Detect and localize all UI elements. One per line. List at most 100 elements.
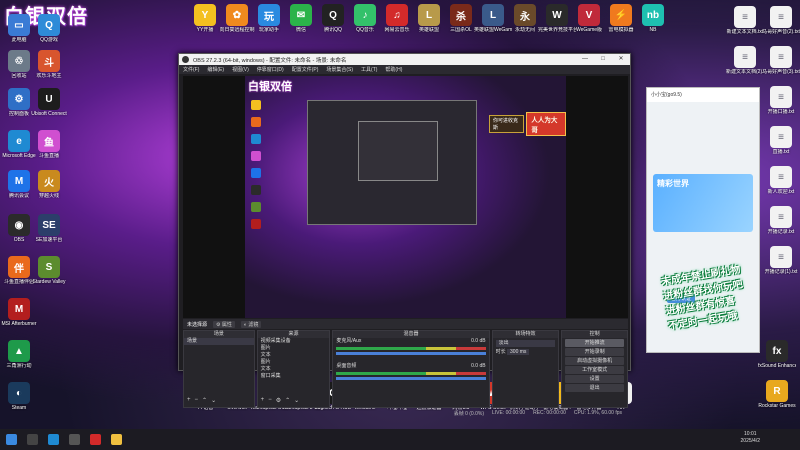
source-toolbar: 未选择源 ⚙ 属性 ◐ 滤镜 bbox=[183, 319, 628, 329]
down-icon[interactable]: ⌄ bbox=[211, 397, 216, 404]
chat-header: 小小宝(go9.5) bbox=[647, 88, 759, 102]
desktop-icon[interactable]: 斗欢乐斗地主 bbox=[30, 50, 68, 79]
text-file-icon[interactable]: ≡ 开播记录.txt bbox=[762, 206, 800, 235]
text-file-icon[interactable]: ≡新建文本文档(2).txt bbox=[726, 46, 764, 75]
properties-button[interactable]: ⚙ 属性 bbox=[213, 320, 235, 328]
source-item[interactable]: 文本 bbox=[258, 366, 330, 373]
mixer-track-name: 麦克风/Aux bbox=[336, 338, 362, 344]
preview-canvas[interactable]: 白银双倍 你可进收克斯 人人为大哥 bbox=[245, 76, 566, 318]
desktop-icon[interactable]: ▲ 三角洲行动 bbox=[0, 340, 38, 369]
source-item[interactable]: 视频采集设备 bbox=[258, 338, 330, 345]
start-recording-button[interactable]: 开始录制 bbox=[565, 348, 624, 356]
menu-scene-collection[interactable]: 场景集合(S) bbox=[326, 66, 353, 73]
canvas-banner: 你可进收克斯 人人为大哥 bbox=[489, 111, 566, 136]
cpu-usage: CPU: 1.9%, 60.00 fps bbox=[573, 410, 622, 416]
obs-window[interactable]: OBS 27.2.3 (64-bit, windows) - 配置文件: 未命名… bbox=[178, 53, 631, 417]
exit-button[interactable]: 退出 bbox=[565, 384, 624, 392]
gear-icon[interactable]: ⚙ bbox=[276, 397, 281, 404]
menu-tools[interactable]: 工具(T) bbox=[361, 66, 377, 73]
maximize-icon[interactable]: □ bbox=[594, 54, 612, 65]
fxsound-icon[interactable]: fx fxSound Enhancer bbox=[758, 340, 796, 369]
desktop-icon[interactable]: U Ubisoft Connect bbox=[30, 88, 68, 117]
source-item[interactable]: 图片 bbox=[258, 359, 330, 366]
menu-edit[interactable]: 编辑(E) bbox=[207, 66, 224, 73]
text-file-icon[interactable]: ≡ 马哥好声音(3).txt bbox=[762, 46, 800, 75]
add-icon[interactable]: + bbox=[261, 397, 265, 404]
computer-icon: ▭ bbox=[8, 14, 30, 36]
text-file-icon[interactable]: ≡ 新人欢迎.txt bbox=[762, 166, 800, 195]
desktop-icon[interactable]: S Stardew Valley bbox=[30, 256, 68, 285]
source-item[interactable]: 图片 bbox=[258, 345, 330, 352]
desktop-icon[interactable]: M MSI Afterburner bbox=[0, 298, 38, 327]
recycle-bin-icon: ♲ bbox=[8, 50, 30, 72]
wechat-icon: ✉ bbox=[290, 4, 312, 26]
scenes-dock: 场景 场景 + − ⌃ ⌄ bbox=[183, 330, 255, 408]
settings-button[interactable]: 设置 bbox=[565, 375, 624, 383]
menu-docks[interactable]: 停靠窗口(D) bbox=[257, 66, 284, 73]
taskbar-clock[interactable]: 10:01 2025/4/2 bbox=[741, 431, 760, 445]
text-file-icon[interactable]: ≡ 马哥好声音(2).txt bbox=[762, 6, 800, 35]
se-accelerator-icon: SE bbox=[38, 214, 60, 236]
volume-slider[interactable] bbox=[336, 352, 486, 355]
afterburner-icon: M bbox=[8, 298, 30, 320]
menu-help[interactable]: 帮助(H) bbox=[385, 66, 402, 73]
desktop-icon[interactable]: 鱼斗鱼直播 bbox=[30, 130, 68, 159]
remove-icon[interactable]: − bbox=[268, 397, 272, 404]
qq-game-icon: Q bbox=[38, 14, 60, 36]
menu-file[interactable]: 文件(F) bbox=[183, 66, 199, 73]
player-helper-icon: 玩 bbox=[258, 4, 280, 26]
promo-card[interactable]: 精彩世界 bbox=[653, 174, 753, 232]
minimize-icon[interactable]: — bbox=[576, 54, 594, 65]
down-icon[interactable]: ⌄ bbox=[294, 397, 299, 404]
edge-taskbar-icon[interactable] bbox=[48, 434, 59, 445]
nested-preview-inner bbox=[358, 121, 438, 181]
up-icon[interactable]: ⌃ bbox=[285, 397, 290, 404]
up-icon[interactable]: ⌃ bbox=[202, 397, 207, 404]
remove-icon[interactable]: − bbox=[195, 397, 199, 404]
menu-profile[interactable]: 配置文件(P) bbox=[292, 66, 319, 73]
ldplayer-icon: ⚡ bbox=[610, 4, 632, 26]
live-timer: LIVE: 00:00:00 bbox=[492, 410, 526, 416]
search-icon[interactable] bbox=[27, 434, 38, 445]
sunflower-icon: ✿ bbox=[226, 4, 248, 26]
text-file-icon[interactable]: ≡ 开播口播.txt bbox=[762, 86, 800, 115]
transition-select[interactable]: 淡出 bbox=[495, 340, 556, 347]
menu-view[interactable]: 视图(V) bbox=[232, 66, 249, 73]
obs-preview[interactable]: 白银双倍 你可进收克斯 人人为大哥 bbox=[183, 76, 628, 318]
source-item[interactable]: 文本 bbox=[258, 352, 330, 359]
dropped-frames: 丢帧 0 (0.0%) bbox=[453, 411, 484, 417]
desktop-icon[interactable]: Q QQ游戏 bbox=[30, 14, 68, 43]
netease-music-icon: ♫ bbox=[386, 4, 408, 26]
netease-taskbar-icon[interactable] bbox=[90, 434, 101, 445]
studio-mode-button[interactable]: 工作室模式 bbox=[565, 366, 624, 374]
yy-live-icon: Y bbox=[194, 4, 216, 26]
crossfire-icon: 火 bbox=[38, 170, 60, 192]
obs-taskbar-icon[interactable] bbox=[69, 434, 80, 445]
virtual-camera-button[interactable]: 启动虚拟摄像机 bbox=[565, 357, 624, 365]
no-source-label: 未选择源 bbox=[187, 321, 208, 328]
desktop-icon[interactable]: 火穿越火线 bbox=[30, 170, 68, 199]
file-explorer-icon[interactable] bbox=[111, 434, 122, 445]
edge-icon: e bbox=[8, 130, 30, 152]
filters-button[interactable]: ◐ 滤镜 bbox=[240, 320, 262, 328]
scene-item[interactable]: 场景 bbox=[184, 338, 254, 345]
start-streaming-button[interactable]: 开始推流 bbox=[565, 339, 624, 347]
duration-input[interactable]: 300 ms bbox=[507, 349, 530, 355]
transitions-dock: 转场特效 淡出 时长 300 ms bbox=[491, 330, 560, 408]
source-item[interactable]: 窗口采集 bbox=[258, 373, 330, 380]
delta-force-icon: ▲ bbox=[8, 340, 30, 362]
volume-slider[interactable] bbox=[336, 377, 486, 380]
audio-meter bbox=[336, 347, 486, 350]
desktop-icon[interactable]: SE SE加速平台 bbox=[30, 214, 68, 243]
text-file-icon[interactable]: ≡ 新建文本文档.txt bbox=[726, 6, 764, 35]
desktop-icon[interactable]: ◐ Steam bbox=[0, 382, 38, 411]
nested-preview bbox=[307, 100, 477, 225]
text-file-icon[interactable]: ≡ 直播.txt bbox=[762, 126, 800, 155]
close-icon[interactable]: ✕ bbox=[612, 54, 630, 65]
obs-menubar: 文件(F) 编辑(E) 视图(V) 停靠窗口(D) 配置文件(P) 场景集合(S… bbox=[179, 65, 630, 74]
rockstar-icon[interactable]: R Rockstar Games bbox=[758, 380, 796, 409]
desktop-icon[interactable]: nb NB bbox=[634, 4, 672, 33]
obs-titlebar[interactable]: OBS 27.2.3 (64-bit, windows) - 配置文件: 未命名… bbox=[179, 54, 630, 65]
add-icon[interactable]: + bbox=[187, 397, 191, 404]
start-icon[interactable] bbox=[6, 434, 17, 445]
